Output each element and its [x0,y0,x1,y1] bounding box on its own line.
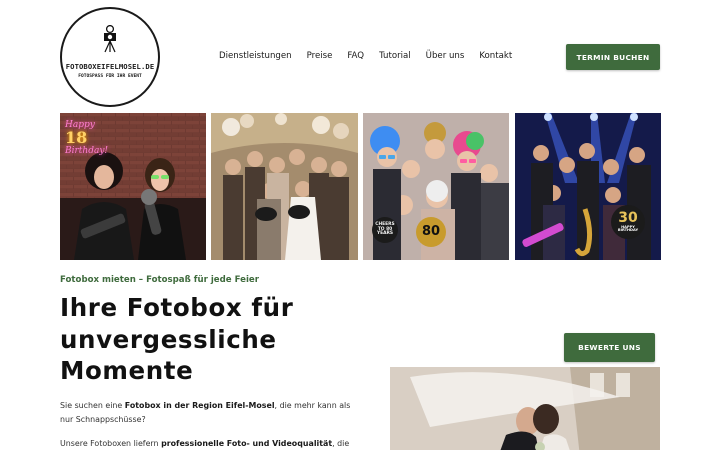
nav-item-faq[interactable]: FAQ [347,51,364,61]
para2-text-bold: professionelle Foto- und Videoqualität [161,439,333,448]
photo-prop-sign-b [288,205,310,219]
gallery-photo-birthday-30[interactable]: 30 HAPPY BIRTHDAY [515,113,661,260]
cheers-80-sign: CHEERS TO 80 YEARS [372,217,398,243]
logo-tagline: FOTOSPASS FÜR IHR EVENT [78,74,142,79]
gallery-photo-birthday-18[interactable]: Happy 18 Birthday! [60,113,206,260]
para2-text-pre: Unsere Fotoboxen liefern [60,439,162,448]
sign-number-30-text: 30 [618,209,638,226]
happy-18-birthday-sign: Happy 18 Birthday! [65,120,109,157]
para2-text-post: , die [332,439,350,448]
para1-text-bold: Fotobox in der Region Eifel-Mosel [124,401,275,410]
gallery-photo-birthday-80[interactable]: CHEERS TO 80 YEARS 80 [363,113,509,260]
camera-tripod-icon [103,24,117,57]
sign-happy-birthday-text: HAPPY BIRTHDAY [617,224,639,233]
hero-paragraph-1: Sie suchen eine Fotobox in der Region Ei… [60,399,360,427]
main-nav: Dienstleistungen Preise FAQ Tutorial Übe… [219,51,527,61]
photo-prop-sign-a [255,207,277,221]
nav-item-dienstleistungen[interactable]: Dienstleistungen [219,51,292,61]
nav-item-kontakt[interactable]: Kontakt [479,51,512,61]
hero-kicker: Fotobox mieten – Fotospaß für jede Feier [60,275,259,285]
termin-buchen-button[interactable]: TERMIN BUCHEN [566,44,660,70]
nav-item-ueber-uns[interactable]: Über uns [426,51,465,61]
site-logo[interactable]: FOTOBOXEIFELMOSEL.DE FOTOSPASS FÜR IHR E… [60,7,160,107]
happy-30-birthday-sign: 30 HAPPY BIRTHDAY [611,205,645,239]
number-80-sign: 80 [416,217,446,247]
nav-item-preise[interactable]: Preise [307,51,333,61]
photo-wedding-group-scene [211,113,358,260]
bewerte-uns-button[interactable]: BEWERTE UNS [564,333,655,362]
photo-gallery: Happy 18 Birthday! CHEERS TO 80 YEARS 80… [60,113,661,260]
logo-brand-text: FOTOBOXEIFELMOSEL.DE [65,62,155,71]
wedding-couple-photo [390,367,660,450]
para1-text-pre: Sie suchen eine [60,401,125,410]
sign-birthday-text: Birthday! [65,146,109,157]
hero-headline: Ihre Fotobox für unvergessliche Momente [60,293,294,385]
wedding-couple-scene [390,367,660,450]
sign-number-text: 18 [65,128,88,148]
photo-birthday-30-scene [515,113,661,260]
nav-item-tutorial[interactable]: Tutorial [379,51,411,61]
gallery-photo-wedding-group[interactable] [211,113,358,260]
hero-paragraph-2: Unsere Fotoboxen liefern professionelle … [60,437,360,450]
